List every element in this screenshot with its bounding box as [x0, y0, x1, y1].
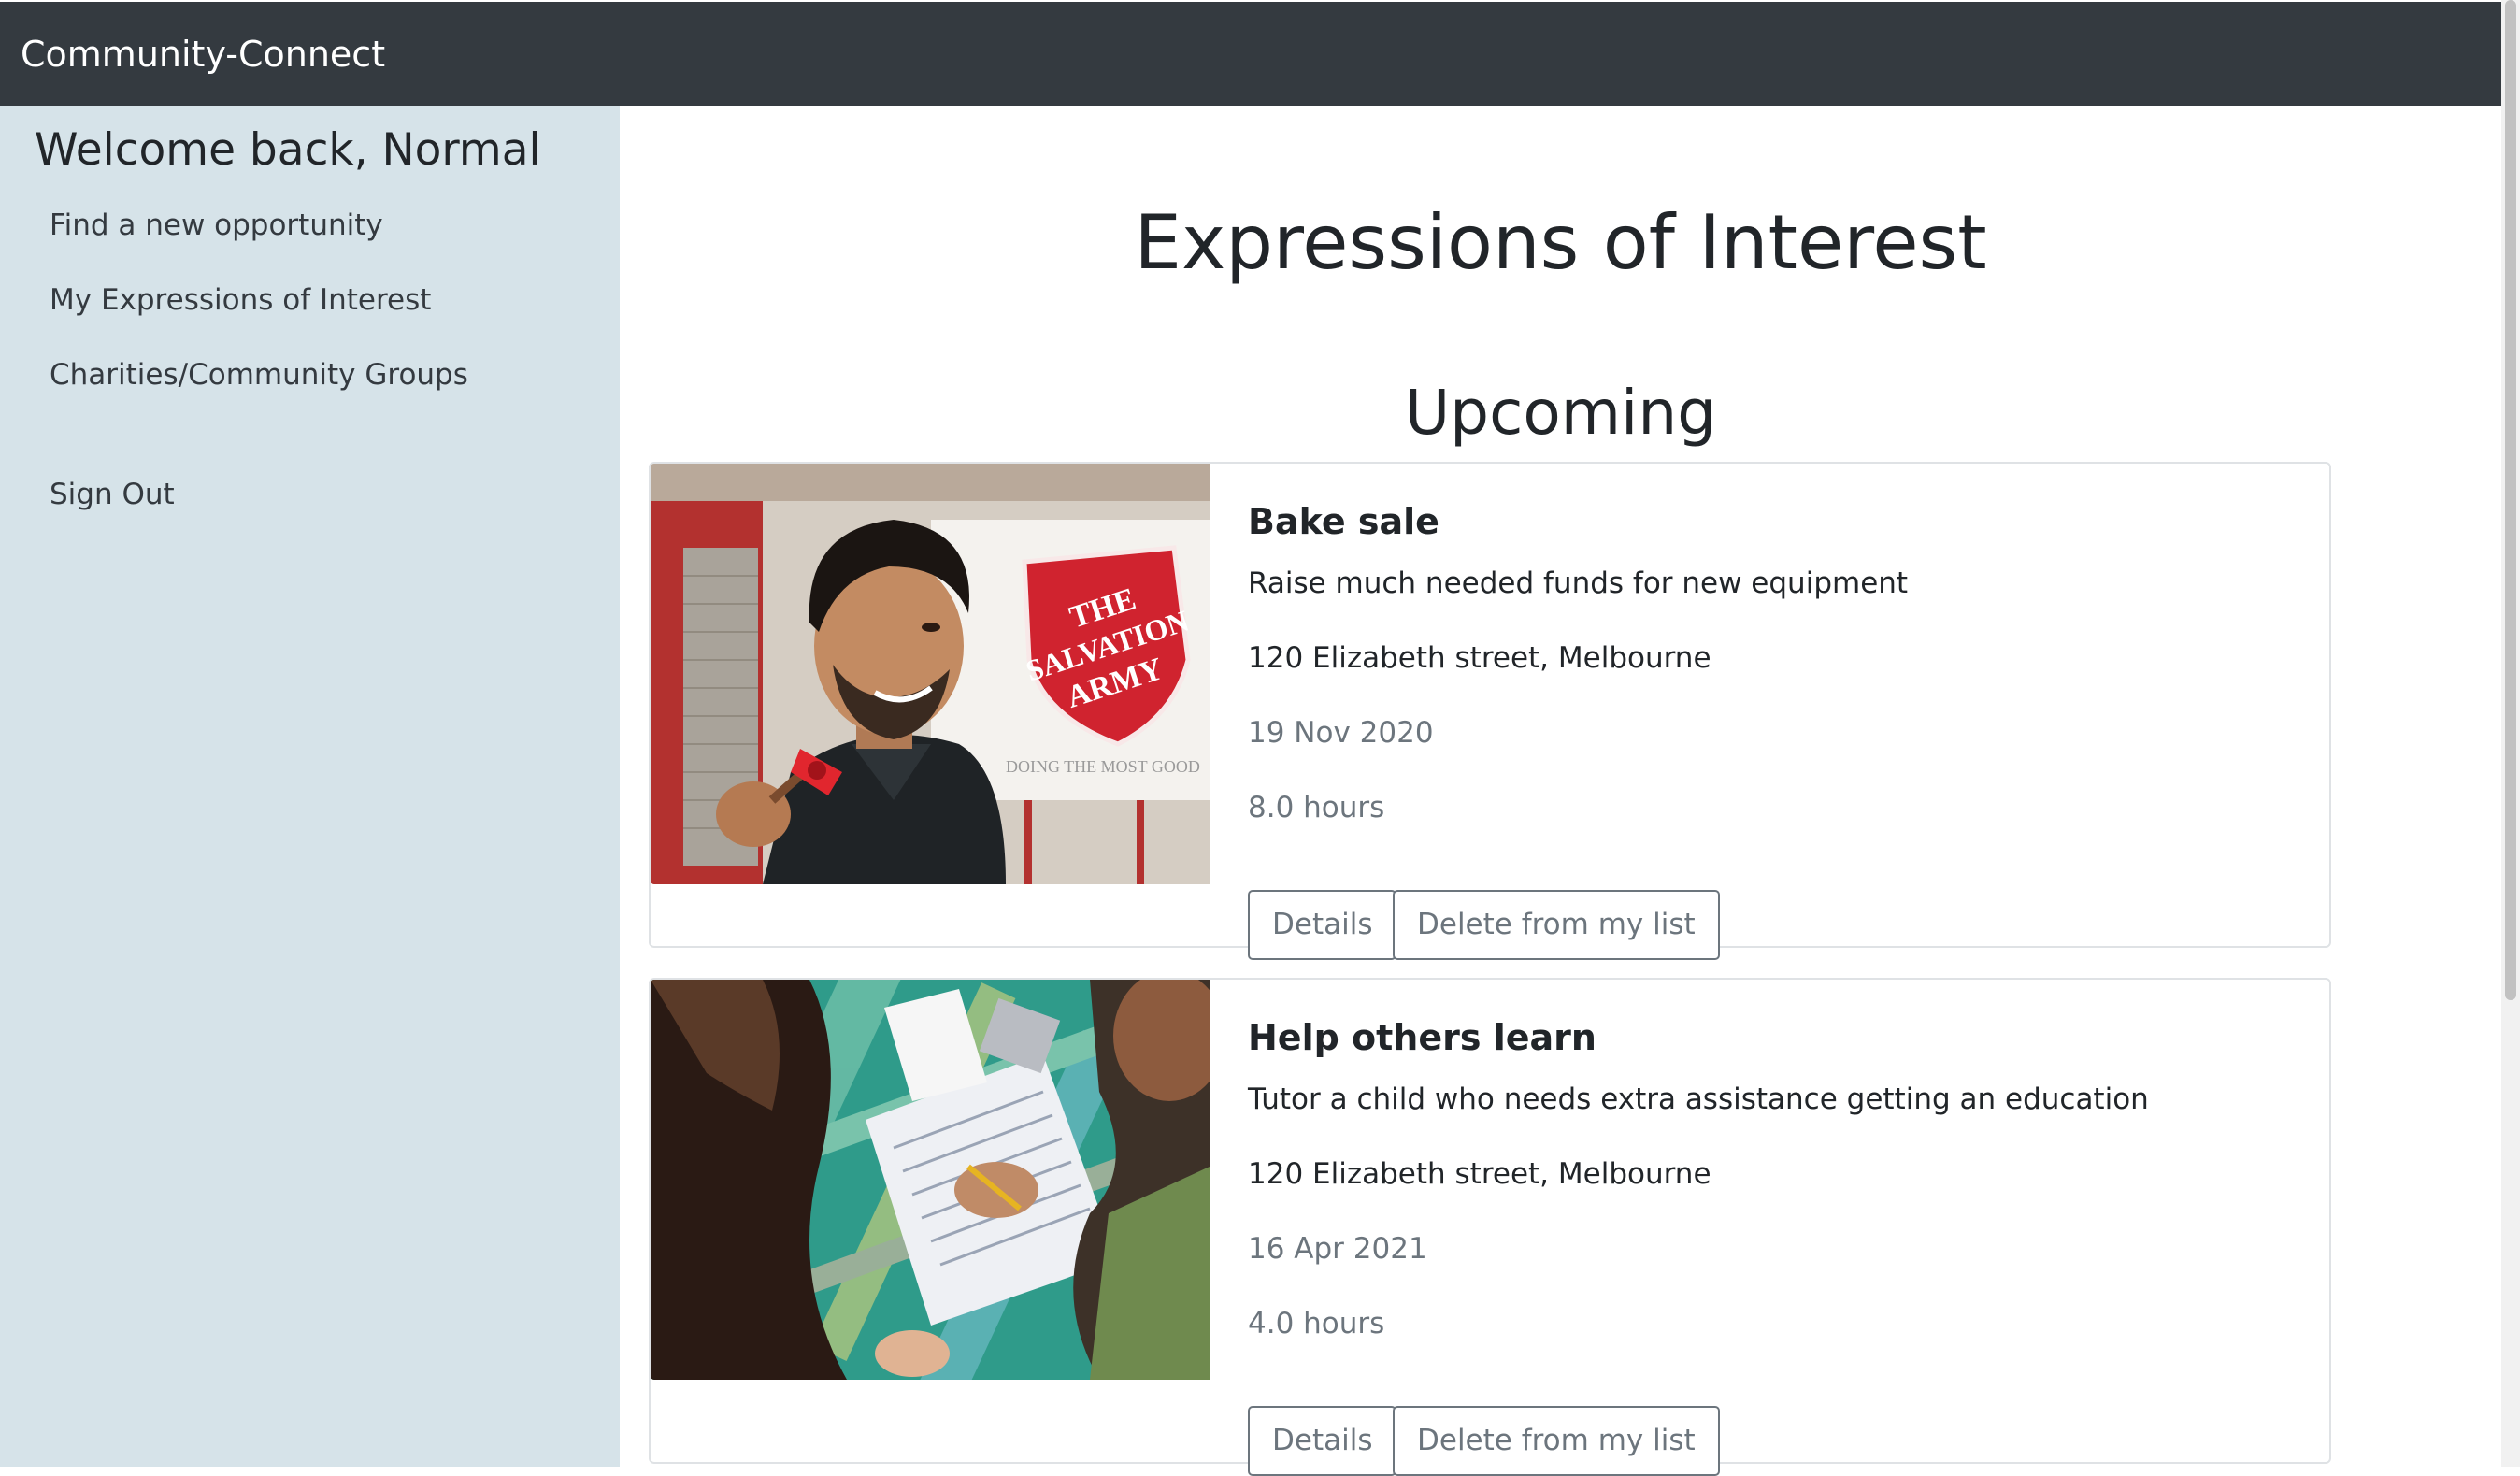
opportunity-image-tutoring [651, 980, 1210, 1380]
card-title: Bake sale [1248, 501, 1439, 542]
opportunity-image-salvation-army: THE SALVATION ARMY DOING THE MOST GOOD [651, 464, 1210, 884]
page-title: Expressions of Interest [1134, 199, 1987, 286]
details-button[interactable]: Details [1248, 1406, 1397, 1476]
sign-banner-text: DOING THE MOST GOOD [1006, 757, 1200, 776]
card-date: 19 Nov 2020 [1248, 716, 1434, 750]
delete-from-list-button[interactable]: Delete from my list [1393, 890, 1720, 960]
card-description: Tutor a child who needs extra assistance… [1248, 1082, 2149, 1116]
card-title: Help others learn [1248, 1017, 1596, 1058]
card-date: 16 Apr 2021 [1248, 1232, 1427, 1266]
page-scrollbar[interactable] [2501, 0, 2520, 1467]
sidebar-item-my-expressions[interactable]: My Expressions of Interest [50, 283, 431, 317]
card-hours: 4.0 hours [1248, 1307, 1385, 1340]
card-address: 120 Elizabeth street, Melbourne [1248, 641, 1711, 675]
sidebar-item-find-opportunity[interactable]: Find a new opportunity [50, 208, 383, 242]
card-description: Raise much needed funds for new equipmen… [1248, 566, 1909, 600]
opportunity-card: THE SALVATION ARMY DOING THE MOST GOOD B… [649, 462, 2331, 960]
card-hours: 8.0 hours [1248, 791, 1385, 824]
sidebar-item-sign-out[interactable]: Sign Out [50, 478, 175, 511]
sidebar: Welcome back, Normal Find a new opportun… [0, 106, 620, 1467]
scrollbar-thumb[interactable] [2505, 0, 2516, 1000]
main-content: Expressions of Interest Upcoming THE SAL… [620, 106, 2501, 1476]
opportunity-card: Help others learn Tutor a child who need… [649, 978, 2331, 1476]
section-title-upcoming: Upcoming [1404, 377, 1717, 449]
details-button[interactable]: Details [1248, 890, 1397, 960]
brand-link[interactable]: Community-Connect [21, 34, 385, 75]
top-navbar: Community-Connect [0, 0, 2501, 106]
welcome-heading: Welcome back, Normal [35, 124, 541, 176]
delete-from-list-button[interactable]: Delete from my list [1393, 1406, 1720, 1476]
sidebar-item-charities[interactable]: Charities/Community Groups [50, 358, 468, 392]
card-address: 120 Elizabeth street, Melbourne [1248, 1157, 1711, 1191]
